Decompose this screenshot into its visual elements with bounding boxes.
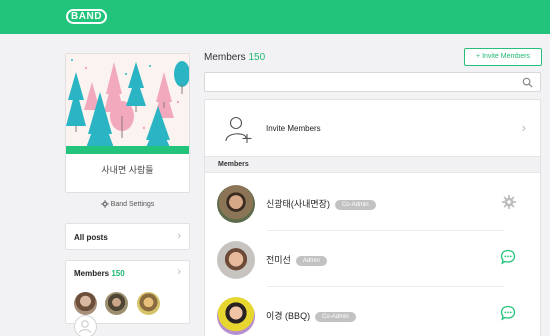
member-avatar-row — [74, 292, 189, 336]
members-section-header: Members — [205, 156, 540, 173]
gear-icon[interactable] — [502, 195, 516, 209]
search-icon[interactable] — [522, 77, 533, 88]
member-name: 전미선 Admin — [266, 253, 327, 266]
invite-member-avatar[interactable] — [74, 315, 97, 336]
band-name: 사내면 사람들 — [101, 165, 154, 175]
member-row[interactable]: 이경 (BBQ) Co-Admin — [205, 287, 540, 336]
member-name: 이경 (BBQ) Co-Admin — [266, 309, 356, 322]
all-posts-link[interactable]: All posts › — [65, 223, 190, 250]
avatar[interactable] — [217, 241, 255, 279]
all-posts-label: All posts — [74, 233, 108, 242]
chat-icon[interactable] — [500, 305, 516, 321]
avatar[interactable] — [217, 297, 255, 335]
search-box[interactable] — [204, 72, 541, 92]
band-logo[interactable]: BAND — [66, 9, 107, 24]
members-panel-label: Members 150 — [74, 269, 125, 278]
band-settings-link[interactable]: Band Settings — [65, 200, 190, 212]
role-badge: Admin — [295, 256, 327, 266]
role-badge: Co-Admin — [334, 200, 376, 210]
chevron-right-icon: › — [521, 120, 526, 135]
invite-members-button[interactable]: + Invite Members — [464, 48, 542, 66]
avatar[interactable] — [217, 185, 255, 223]
chevron-right-icon: › — [177, 230, 181, 242]
avatar[interactable] — [136, 292, 160, 315]
members-panel-count: 150 — [111, 269, 125, 278]
top-bar: BAND — [0, 0, 550, 34]
members-count: 150 — [248, 52, 266, 63]
member-name: 신광태(사내면장) Co-Admin — [266, 197, 376, 210]
member-row[interactable]: 전미선 Admin — [205, 231, 540, 287]
add-person-icon — [225, 116, 252, 143]
avatar[interactable] — [74, 292, 97, 315]
chevron-right-icon: › — [177, 266, 181, 278]
band-cover-image — [66, 54, 189, 154]
page-title: Members 150 — [204, 52, 266, 63]
members-panel[interactable]: Members 150 › — [65, 260, 190, 336]
invite-members-label: Invite Members — [266, 124, 321, 133]
band-cover-card[interactable]: 사내면 사람들 — [65, 53, 190, 193]
search-input[interactable] — [211, 76, 511, 88]
band-settings-label: Band Settings — [110, 201, 155, 208]
avatar[interactable] — [105, 292, 129, 315]
add-person-icon — [79, 320, 91, 334]
chat-icon[interactable] — [500, 249, 516, 265]
gear-icon — [100, 200, 109, 208]
members-list: Invite Members › Members 신광태(사내면장) Co-Adm… — [204, 99, 541, 336]
role-badge: Co-Admin — [315, 312, 356, 322]
member-row[interactable]: 신광태(사내면장) Co-Admin — [205, 175, 540, 231]
invite-members-row[interactable]: Invite Members › — [205, 100, 540, 156]
section-label: Members — [218, 161, 249, 168]
